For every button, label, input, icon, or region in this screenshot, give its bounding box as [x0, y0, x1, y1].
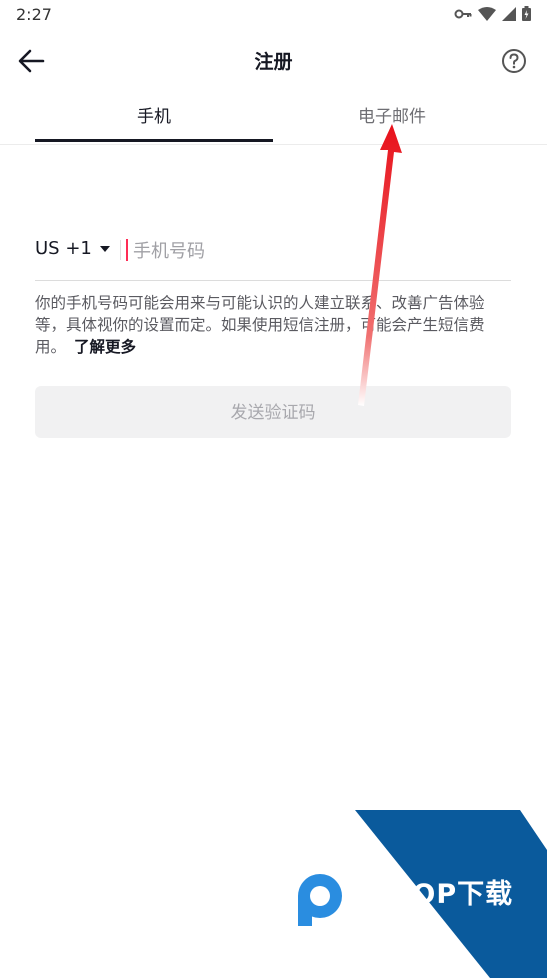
help-button[interactable]: [501, 48, 527, 74]
header: 注册: [0, 30, 547, 92]
divider: [120, 240, 121, 260]
status-bar: 2:27: [0, 0, 547, 30]
status-time: 2:27: [16, 5, 52, 24]
tab-bar: 手机 电子邮件: [0, 92, 547, 145]
page-title: 注册: [254, 51, 293, 73]
send-code-button[interactable]: 发送验证码: [35, 386, 511, 438]
active-tab-indicator: [35, 139, 273, 142]
watermark: PCPOP下载 PCPOP Download: [290, 810, 547, 978]
phone-input-row: US +1: [35, 228, 511, 281]
country-code-selector[interactable]: US +1: [35, 238, 110, 259]
country-code-label: US +1: [35, 238, 92, 259]
tab-email[interactable]: 电子邮件: [273, 92, 511, 142]
learn-more-link[interactable]: 了解更多: [74, 338, 136, 356]
phone-usage-notice: 你的手机号码可能会用来与可能认识的人建立联系、改善广告体验等，具体视你的设置而定…: [35, 292, 511, 358]
phone-number-input[interactable]: [131, 234, 505, 268]
text-cursor: [126, 239, 128, 261]
battery-icon: [522, 6, 531, 21]
signal-icon: [502, 6, 516, 21]
help-icon: [502, 49, 526, 73]
watermark-brand: PCPOP下载: [350, 879, 514, 910]
status-icons: [454, 6, 531, 21]
key-icon: [454, 8, 472, 20]
watermark-subtitle: PCPOP Download: [352, 910, 430, 920]
wifi-icon: [478, 6, 496, 21]
tab-phone[interactable]: 手机: [35, 92, 273, 142]
caret-down-icon: [99, 245, 110, 252]
